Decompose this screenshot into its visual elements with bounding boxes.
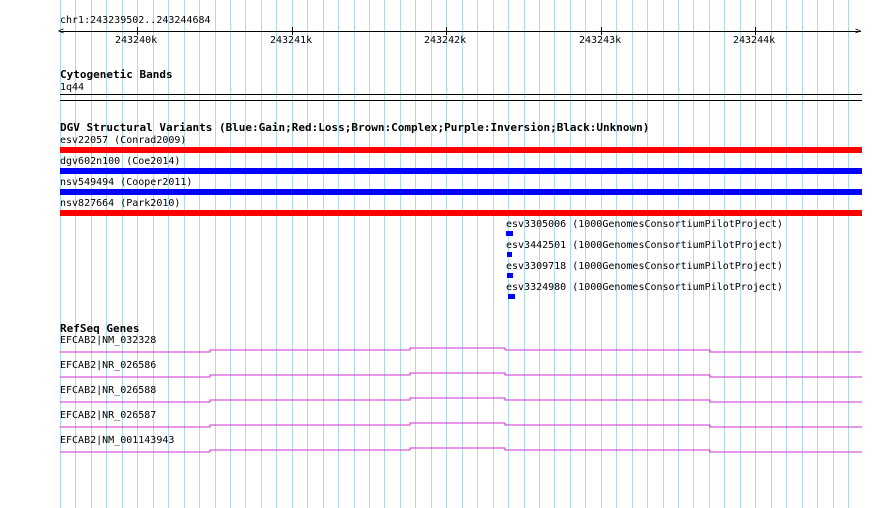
gene-model-line (60, 347, 862, 353)
gene-model-line (60, 422, 862, 428)
gene-models (60, 347, 862, 453)
gene-model-line (60, 372, 862, 378)
gene-model-line (60, 447, 862, 453)
gene-model-line (60, 397, 862, 403)
